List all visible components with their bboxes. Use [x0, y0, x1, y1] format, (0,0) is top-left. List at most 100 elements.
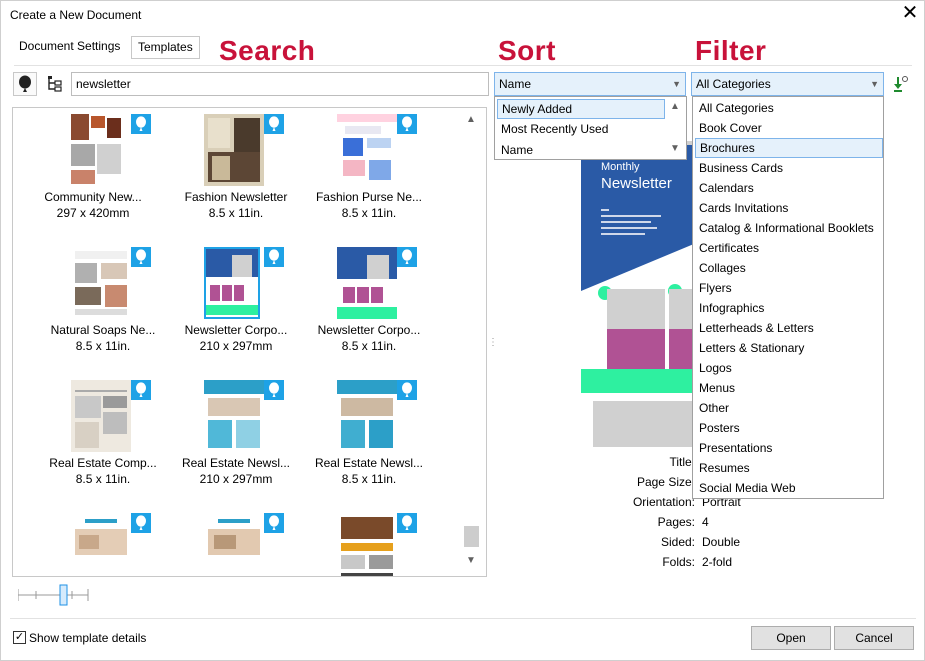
cancel-button[interactable]: Cancel: [834, 626, 914, 650]
scrollbar-thumb[interactable]: [464, 526, 479, 547]
filter-option[interactable]: Collages: [695, 258, 881, 278]
template-name: Fashion Newsletter: [184, 190, 288, 204]
filter-option[interactable]: Cards Invitations: [695, 198, 881, 218]
template-gallery[interactable]: Community New... 297 x 420mm Fashion New…: [12, 107, 487, 577]
filter-option[interactable]: Menus: [695, 378, 881, 398]
template-thumbnail: [204, 513, 264, 576]
filter-option[interactable]: Logos: [695, 358, 881, 378]
window-title: Create a New Document: [10, 8, 142, 22]
filter-option[interactable]: Letterheads & Letters: [695, 318, 881, 338]
filter-option[interactable]: Infographics: [695, 298, 881, 318]
template-name: Community New...: [44, 190, 142, 204]
filter-combobox[interactable]: All Categories ▼: [691, 72, 884, 96]
template-name: Fashion Purse Ne...: [315, 190, 423, 204]
search-annotation: Search: [219, 35, 316, 66]
detail-value: Double: [702, 535, 741, 549]
template-tile[interactable]: Newsletter Corpo... 210 x 297mm: [176, 247, 296, 367]
template-name: Real Estate Newsl...: [314, 456, 424, 470]
download-icon: [894, 76, 908, 92]
template-tile[interactable]: [176, 513, 296, 576]
chevron-up-icon[interactable]: ▲: [670, 101, 680, 112]
filter-option[interactable]: Resumes: [695, 458, 881, 478]
template-thumbnail: [204, 380, 264, 452]
filter-option[interactable]: Presentations: [695, 438, 881, 458]
sort-dropdown-scrollbar[interactable]: ▲ ▼: [666, 97, 686, 159]
sort-option[interactable]: Name: [497, 140, 665, 160]
template-size: 8.5 x 11in.: [75, 339, 131, 353]
tab-document-settings[interactable]: Document Settings: [13, 36, 126, 59]
folder-tree-button[interactable]: [43, 72, 67, 96]
sort-dropdown[interactable]: Newly Added Most Recently Used Name ▲ ▼: [494, 96, 687, 160]
balloon-filter-button[interactable]: [13, 72, 37, 96]
detail-row: Pages: 4: [561, 515, 811, 535]
chevron-down-icon[interactable]: ▼: [670, 143, 680, 154]
filter-option[interactable]: Social Media Web: [695, 478, 881, 498]
template-thumbnail: [65, 114, 125, 186]
splitter-handle[interactable]: ⋮: [488, 337, 498, 349]
template-name: Newsletter Corpo...: [317, 323, 421, 337]
detail-key: Orientation:: [632, 495, 695, 509]
template-size: 8.5 x 11in.: [341, 472, 397, 486]
filter-option[interactable]: Letters & Stationary: [695, 338, 881, 358]
template-name: Newsletter Corpo...: [184, 323, 288, 337]
detail-key: Pages:: [657, 515, 695, 529]
filter-option[interactable]: Business Cards: [695, 158, 881, 178]
template-tile[interactable]: Community New... 297 x 420mm: [33, 114, 153, 234]
tab-templates[interactable]: Templates: [131, 36, 200, 59]
detail-value: 2-fold: [702, 555, 733, 569]
open-button[interactable]: Open: [751, 626, 831, 650]
template-tile[interactable]: [309, 513, 429, 576]
thumbnail-size-slider[interactable]: [17, 583, 90, 607]
template-tile[interactable]: Real Estate Comp... 8.5 x 11in.: [43, 380, 163, 500]
filter-option[interactable]: Other: [695, 398, 881, 418]
chevron-down-icon: ▼: [672, 79, 681, 89]
search-input[interactable]: newsletter: [71, 72, 489, 96]
balloon-icon: [264, 513, 284, 533]
template-thumbnail: [71, 380, 131, 452]
show-details-checkbox[interactable]: ✓: [13, 631, 26, 644]
template-size: 8.5 x 11in.: [341, 206, 397, 220]
chevron-up-icon[interactable]: ▲: [466, 114, 476, 125]
filter-option[interactable]: Flyers: [695, 278, 881, 298]
balloon-icon: [397, 114, 417, 134]
template-tile[interactable]: Fashion Purse Ne... 8.5 x 11in.: [309, 114, 429, 234]
sort-option[interactable]: Most Recently Used: [497, 119, 665, 139]
balloon-icon: [131, 114, 151, 134]
filter-annotation: Filter: [695, 35, 767, 66]
sort-selected: Name: [499, 77, 532, 91]
template-tile[interactable]: Real Estate Newsl... 8.5 x 11in.: [309, 380, 429, 500]
filter-option[interactable]: Certificates: [695, 238, 881, 258]
filter-option[interactable]: Posters: [695, 418, 881, 438]
template-size: 210 x 297mm: [199, 472, 273, 486]
sort-option[interactable]: Newly Added: [497, 99, 665, 119]
chevron-down-icon[interactable]: ▼: [466, 555, 476, 566]
balloon-icon: [131, 247, 151, 267]
balloon-icon: [131, 513, 151, 533]
template-tile[interactable]: [43, 513, 163, 576]
filter-option[interactable]: Calendars: [695, 178, 881, 198]
filter-selected: All Categories: [696, 77, 771, 91]
detail-row: Folds: 2-fold: [561, 555, 811, 575]
detail-value: 4: [702, 515, 709, 529]
template-thumbnail: [337, 114, 397, 186]
filter-option[interactable]: Brochures: [695, 138, 883, 158]
download-filter-button[interactable]: [890, 73, 912, 95]
sort-combobox[interactable]: Name ▼: [494, 72, 686, 96]
filter-option[interactable]: Catalog & Informational Booklets: [695, 218, 881, 238]
filter-option[interactable]: Book Cover: [695, 118, 881, 138]
template-tile[interactable]: Fashion Newsletter 8.5 x 11in.: [176, 114, 296, 234]
template-tile[interactable]: Real Estate Newsl... 210 x 297mm: [176, 380, 296, 500]
close-icon[interactable]: ✕: [899, 3, 921, 25]
filter-dropdown[interactable]: All Categories Book Cover Brochures Busi…: [692, 96, 884, 499]
balloon-icon: [264, 247, 284, 267]
balloon-icon: [264, 114, 284, 134]
balloon-icon: [19, 75, 31, 92]
gallery-scrollbar[interactable]: ▲ ▼: [462, 108, 481, 576]
template-thumbnail: [337, 380, 397, 452]
preview-heading-big: Newsletter: [601, 175, 672, 192]
template-tile[interactable]: Natural Soaps Ne... 8.5 x 11in.: [43, 247, 163, 367]
balloon-icon: [264, 380, 284, 400]
filter-option[interactable]: All Categories: [695, 98, 881, 118]
template-tile[interactable]: Newsletter Corpo... 8.5 x 11in.: [309, 247, 429, 367]
detail-key: Sided:: [660, 535, 695, 549]
